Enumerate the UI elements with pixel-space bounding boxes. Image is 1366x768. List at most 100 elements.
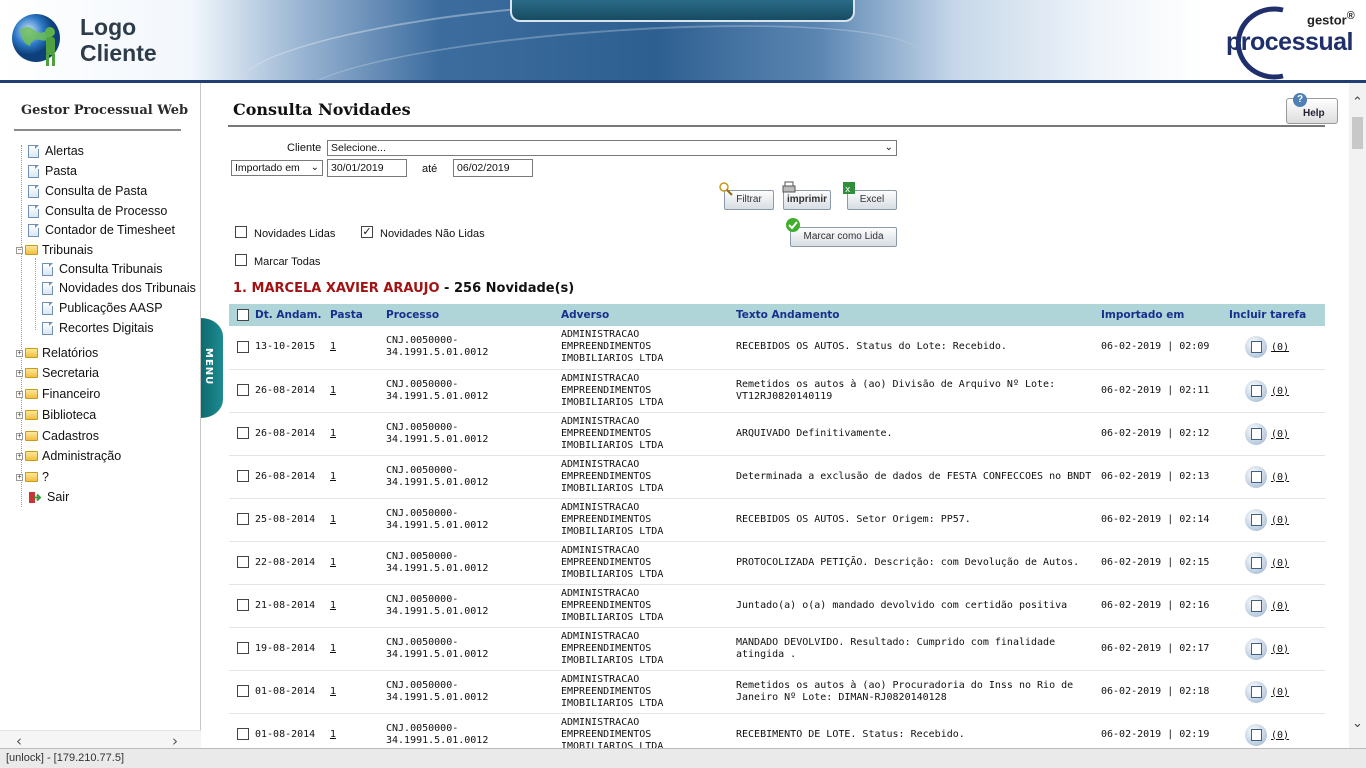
row-tarefa-count[interactable]: (0): [1271, 342, 1289, 353]
sidebar-item-label: ?: [42, 470, 49, 484]
add-task-icon[interactable]: [1245, 637, 1267, 660]
row-checkbox[interactable]: [237, 599, 249, 611]
marcar-como-lida-button[interactable]: Marcar como Lida: [790, 227, 897, 247]
row-tarefa-count[interactable]: (0): [1271, 558, 1289, 569]
sidebar-item-16[interactable]: +?: [16, 468, 49, 486]
cliente-select[interactable]: Selecione... ⌄: [327, 140, 897, 156]
row-processo: CNJ.0050000- 34.1991.5.01.0012: [382, 627, 557, 671]
row-pasta-link[interactable]: 1: [330, 600, 336, 611]
sidebar-item-11[interactable]: + Secretaria: [16, 364, 99, 382]
novidades-lidas-checkbox[interactable]: [235, 226, 247, 238]
scroll-up-icon[interactable]: ⌃: [1352, 95, 1363, 110]
date-from-input[interactable]: 30/01/2019: [327, 159, 407, 177]
row-pasta-cell: 1: [326, 584, 382, 628]
sidebar-item-2[interactable]: Consulta de Pasta: [28, 182, 147, 200]
expand-icon[interactable]: +: [16, 390, 23, 398]
add-task-icon[interactable]: [1245, 723, 1267, 746]
sidebar-item-0[interactable]: Alertas: [28, 142, 84, 160]
row-pasta-link[interactable]: 1: [330, 428, 336, 439]
add-task-icon[interactable]: [1245, 379, 1267, 402]
row-tarefa-count[interactable]: (0): [1271, 601, 1289, 612]
row-checkbox[interactable]: [237, 470, 249, 482]
row-pasta-link[interactable]: 1: [330, 557, 336, 568]
processo-line: 34.1991.5.01.0012: [386, 648, 489, 660]
adverso-line: ADMINISTRACAO: [561, 673, 640, 685]
expand-icon[interactable]: +: [16, 369, 23, 377]
collapse-icon[interactable]: −: [16, 246, 23, 254]
row-pasta-link[interactable]: 1: [330, 471, 336, 482]
row-checkbox[interactable]: [237, 728, 249, 740]
add-task-icon[interactable]: [1245, 680, 1267, 703]
page-icon: [28, 223, 39, 237]
help-button[interactable]: ? Help: [1286, 93, 1338, 124]
row-tarefa-count[interactable]: (0): [1271, 687, 1289, 698]
table-row: 21-08-2014 1 CNJ.0050000- 34.1991.5.01.0012…: [229, 584, 1325, 628]
scroll-thumb[interactable]: [1352, 117, 1363, 149]
row-checkbox[interactable]: [237, 384, 249, 396]
expand-icon[interactable]: +: [16, 452, 23, 460]
col-dt-andam: Dt. Andam.: [251, 304, 326, 326]
svg-text:x: x: [845, 185, 851, 195]
date-to-input[interactable]: 06/02/2019: [453, 159, 533, 177]
add-task-icon[interactable]: [1245, 508, 1267, 531]
row-checkbox[interactable]: [237, 340, 249, 353]
sidebar-item-5[interactable]: − Tribunais: [16, 241, 93, 259]
row-pasta-link[interactable]: 1: [330, 686, 336, 697]
row-importado: 06-02-2019 | 02:09: [1097, 326, 1225, 370]
sidebar-item-10[interactable]: + Relatórios: [16, 344, 98, 362]
add-task-icon[interactable]: [1245, 551, 1267, 574]
sidebar-item-12[interactable]: + Financeiro: [16, 385, 100, 403]
expand-icon[interactable]: +: [16, 432, 23, 440]
row-tarefa-count[interactable]: (0): [1271, 515, 1289, 526]
add-task-icon[interactable]: [1245, 594, 1267, 617]
row-checkbox[interactable]: [237, 427, 249, 439]
row-checkbox[interactable]: [237, 513, 249, 525]
sidebar-item-1[interactable]: Pasta: [28, 162, 77, 180]
row-importado: 06-02-2019 | 02:16: [1097, 584, 1225, 628]
sidebar-item-17[interactable]: Sair: [28, 488, 69, 506]
sidebar-item-13[interactable]: + Biblioteca: [16, 406, 96, 424]
expand-icon[interactable]: +: [16, 411, 23, 419]
sidebar-item-9[interactable]: Recortes Digitais: [42, 319, 153, 337]
row-pasta-link[interactable]: 1: [330, 643, 336, 654]
novidades-nao-lidas-checkbox[interactable]: ✓: [361, 226, 373, 238]
add-task-icon[interactable]: [1245, 465, 1267, 488]
row-processo: CNJ.0050000- 34.1991.5.01.0012: [382, 326, 557, 370]
sidebar-item-6[interactable]: Consulta Tribunais: [42, 260, 163, 278]
add-task-icon[interactable]: [1245, 422, 1267, 445]
row-tarefa-count[interactable]: (0): [1271, 644, 1289, 655]
sidebar-item-4[interactable]: Contador de Timesheet: [28, 221, 175, 239]
sidebar-horizontal-scrollbar[interactable]: ‹ ›: [0, 730, 201, 750]
sidebar-item-14[interactable]: + Cadastros: [16, 427, 99, 445]
row-tarefa-count[interactable]: (0): [1271, 386, 1289, 397]
row-pasta-link[interactable]: 1: [330, 341, 336, 352]
row-tarefa-count[interactable]: (0): [1271, 472, 1289, 483]
row-checkbox[interactable]: [237, 642, 249, 654]
sidebar-item-8[interactable]: Publicações AASP: [42, 299, 163, 317]
scroll-down-icon[interactable]: ⌄: [1352, 716, 1363, 731]
adverso-line: EMPREENDIMENTOS: [561, 599, 652, 611]
ate-label: até: [422, 163, 438, 175]
row-pasta-link[interactable]: 1: [330, 514, 336, 525]
row-pasta-link[interactable]: 1: [330, 385, 336, 396]
main-vertical-scrollbar[interactable]: ⌃ ⌄: [1349, 83, 1366, 748]
add-task-icon[interactable]: [1245, 336, 1267, 359]
date-filter-select[interactable]: Importado em ⌄: [231, 160, 323, 176]
sidebar-item-7[interactable]: Novidades dos Tribunais: [42, 279, 196, 297]
row-select-cell: [229, 369, 251, 413]
row-tarefa-count[interactable]: (0): [1271, 730, 1289, 741]
row-pasta-link[interactable]: 1: [330, 729, 336, 740]
row-checkbox[interactable]: [237, 556, 249, 568]
marcar-todas-checkbox[interactable]: [235, 254, 247, 266]
expand-icon[interactable]: +: [16, 473, 23, 481]
sidebar-item-15[interactable]: + Administração: [16, 447, 121, 465]
sidebar-item-3[interactable]: Consulta de Processo: [28, 202, 167, 220]
processo-line: CNJ.0050000-: [386, 550, 459, 562]
adverso-line: EMPREENDIMENTOS: [561, 642, 652, 654]
select-all-checkbox[interactable]: [237, 309, 249, 321]
expand-icon[interactable]: +: [16, 349, 23, 357]
row-checkbox[interactable]: [237, 685, 249, 697]
processo-line: 34.1991.5.01.0012: [386, 433, 489, 445]
row-tarefa-count[interactable]: (0): [1271, 429, 1289, 440]
select-all-header[interactable]: [229, 304, 251, 326]
